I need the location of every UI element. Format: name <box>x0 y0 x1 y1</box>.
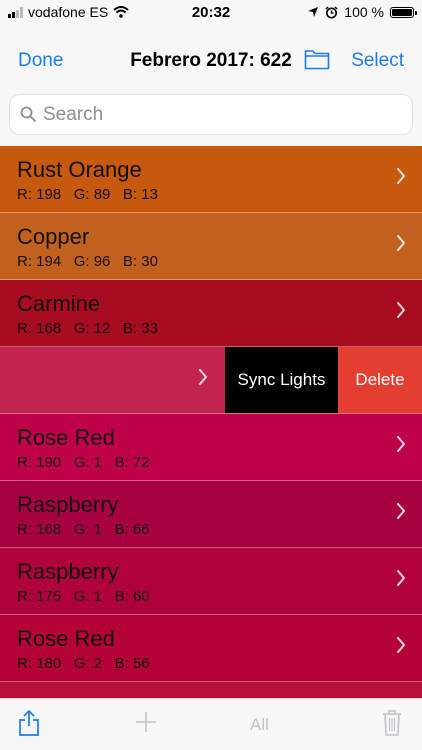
add-icon[interactable] <box>135 711 157 733</box>
color-row[interactable]: Raspberry R: 175 G: 1 B: 60 <box>0 548 422 615</box>
rgb-values: R: 198 G: 89 B: 13 <box>17 186 158 203</box>
blue-value: 30 <box>141 253 158 270</box>
chevron-right-icon <box>397 436 405 452</box>
alarm-icon <box>325 5 338 18</box>
green-value: 1 <box>93 454 103 471</box>
delete-button[interactable]: Delete <box>338 347 422 413</box>
bottom-toolbar: All <box>0 698 422 750</box>
red-value: 168 <box>36 320 62 337</box>
search-input[interactable] <box>43 101 393 128</box>
green-value: 89 <box>93 186 111 203</box>
color-row[interactable] <box>0 682 422 698</box>
color-row[interactable]: Rose Red R: 190 G: 1 B: 72 <box>0 414 422 481</box>
all-button[interactable]: All <box>250 715 269 735</box>
status-right: 100 % <box>307 4 417 20</box>
blue-value: 33 <box>141 320 158 337</box>
folder-icon[interactable] <box>304 48 330 70</box>
red-value: 180 <box>36 655 62 672</box>
status-bar: vodafone ES 20:32 100 % <box>0 0 422 24</box>
share-icon[interactable] <box>18 709 40 737</box>
color-name: Carmine <box>17 291 101 316</box>
green-value: 1 <box>93 521 103 538</box>
sync-lights-button[interactable]: Sync Lights <box>225 347 338 413</box>
color-row[interactable]: Raspberry R: 168 G: 1 B: 66 <box>0 481 422 548</box>
chevron-right-icon <box>199 369 207 385</box>
red-value: 198 <box>36 186 62 203</box>
color-name: Raspberry <box>17 492 119 517</box>
select-button[interactable]: Select <box>351 50 404 72</box>
chevron-right-icon <box>397 570 405 586</box>
green-value: 2 <box>93 655 103 672</box>
rgb-values: R: 180 G: 2 B: 56 <box>17 655 150 672</box>
red-value: 190 <box>36 454 62 471</box>
rgb-values: R: 168 G: 12 B: 33 <box>17 320 158 337</box>
red-value: 168 <box>36 521 62 538</box>
blue-value: 60 <box>132 588 150 605</box>
blue-value: 66 <box>132 521 150 538</box>
blue-value: 72 <box>132 454 150 471</box>
chevron-right-icon <box>397 503 405 519</box>
battery-label: 100 % <box>344 4 384 20</box>
chevron-right-icon <box>397 302 405 318</box>
color-row[interactable]: Carmine R: 168 G: 12 B: 33 <box>0 280 422 347</box>
chevron-right-icon <box>397 168 405 184</box>
chevron-right-icon <box>397 637 405 653</box>
red-value: 175 <box>36 588 62 605</box>
rgb-values: R: 168 G: 1 B: 66 <box>17 521 150 538</box>
color-name: Raspberry <box>17 559 119 584</box>
color-row[interactable]: Copper R: 194 G: 96 B: 30 <box>0 213 422 280</box>
chevron-right-icon <box>397 235 405 251</box>
green-value: 1 <box>93 588 103 605</box>
blue-value: 13 <box>141 186 158 203</box>
navigation-bar: Done Febrero 2017: 622 Select <box>0 24 422 92</box>
trash-icon[interactable] <box>381 709 403 737</box>
color-name: Rust Orange <box>17 157 142 182</box>
rgb-values: R: 175 G: 1 B: 60 <box>17 588 150 605</box>
red-value: 194 <box>36 253 62 270</box>
color-row[interactable]: Rose Red R: 180 G: 2 B: 56 <box>0 615 422 682</box>
color-list: Rust Orange R: 198 G: 89 B: 13 Copper R: 19… <box>0 146 422 698</box>
search-bar[interactable] <box>10 95 412 134</box>
location-icon <box>308 7 319 17</box>
battery-icon <box>390 6 417 18</box>
blue-value: 56 <box>132 655 150 672</box>
rgb-values: R: 194 G: 96 B: 30 <box>17 253 158 270</box>
rgb-values: R: 190 G: 1 B: 72 <box>17 454 150 471</box>
green-value: 96 <box>93 253 111 270</box>
search-icon <box>20 106 36 122</box>
color-name: Rose Red <box>17 425 115 450</box>
green-value: 12 <box>93 320 111 337</box>
color-name: Copper <box>17 224 90 249</box>
color-name: Rose Red <box>17 626 115 651</box>
color-row[interactable]: Rust Orange R: 198 G: 89 B: 13 <box>0 146 422 213</box>
color-row[interactable]: Sync Lights Delete <box>0 347 422 414</box>
